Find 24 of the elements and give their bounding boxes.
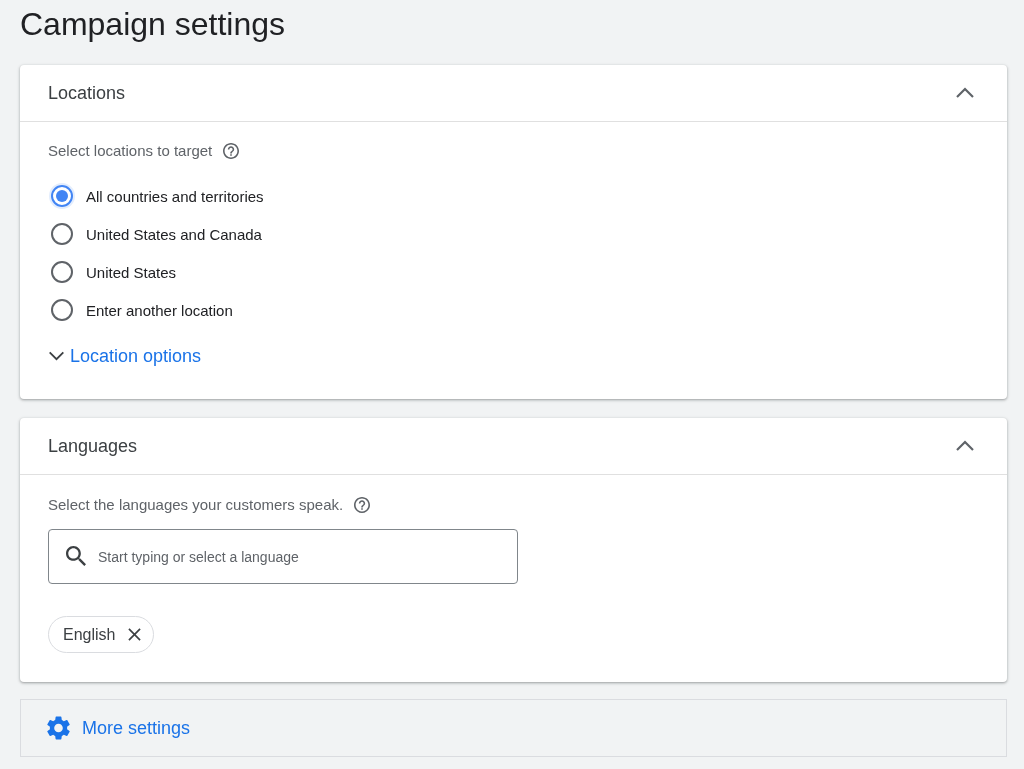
radio-label[interactable]: All countries and territories — [86, 187, 264, 205]
search-icon — [66, 546, 86, 566]
gear-icon — [47, 716, 70, 740]
section-title: Languages — [48, 435, 138, 457]
page-title: Campaign settings — [20, 5, 286, 44]
help-icon[interactable] — [223, 143, 240, 159]
radio-button[interactable] — [51, 261, 73, 283]
radio-label[interactable]: United States and Canada — [86, 225, 262, 243]
radio-label[interactable]: United States — [86, 263, 177, 281]
section-title: Locations — [48, 82, 126, 104]
section-prompt: Select the languages your customers speak. — [48, 495, 344, 515]
help-icon[interactable] — [354, 497, 371, 513]
radio-label[interactable]: Enter another location — [86, 301, 233, 319]
section-prompt: Select locations to target — [48, 141, 213, 161]
radio-button[interactable] — [51, 299, 73, 321]
chip-label: English — [63, 625, 116, 644]
radio-button[interactable] — [51, 185, 73, 207]
location-options-link[interactable]: Location options — [48, 344, 202, 368]
chevron-up-icon[interactable] — [955, 87, 975, 99]
more-settings-button[interactable]: More settings — [20, 699, 1007, 757]
radio-button[interactable] — [51, 223, 73, 245]
chevron-up-icon[interactable] — [955, 440, 975, 452]
language-search-field[interactable]: Start typing or select a language — [48, 529, 518, 584]
remove-icon[interactable] — [128, 628, 142, 641]
